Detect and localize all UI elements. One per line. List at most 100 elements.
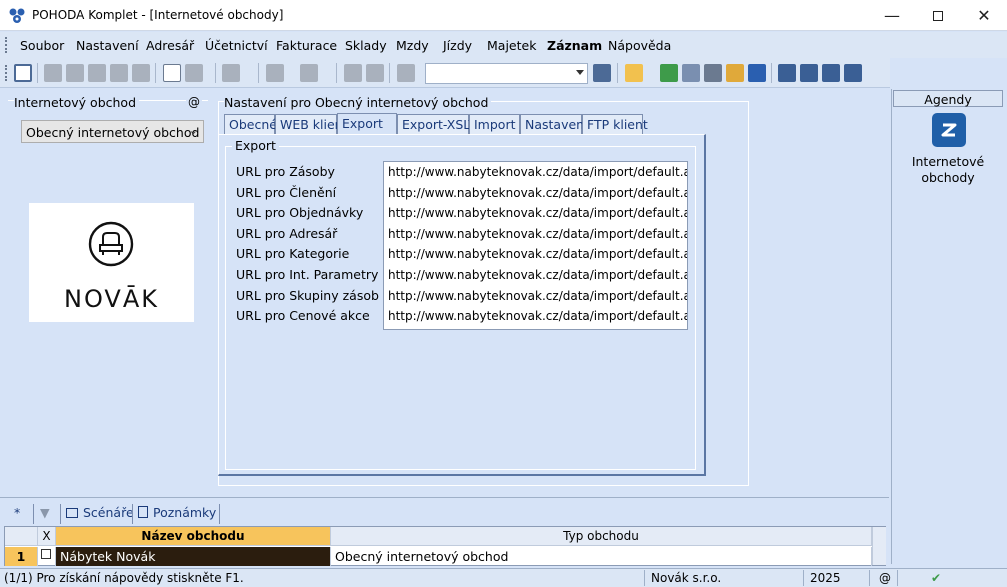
url-kategorie-field[interactable]: http://www.nabyteknovak.cz/data/import/d…	[388, 247, 687, 261]
row-header-corner	[5, 527, 38, 546]
eshop-table: X Název obchodu Typ obchodu 1 Nábytek No…	[4, 526, 886, 566]
menu-jizdy[interactable]: Jízdy	[443, 38, 472, 53]
coins-icon[interactable]	[726, 64, 744, 82]
agenda-item-internetove-obchody[interactable]: Internetové obchody	[897, 154, 999, 186]
tab-ftp-klient[interactable]: FTP klient	[582, 114, 648, 134]
print-icon[interactable]	[66, 64, 84, 82]
menu-napoveda[interactable]: Nápověda	[608, 38, 671, 53]
back-arrow-icon[interactable]	[266, 64, 284, 82]
folder-icon[interactable]	[625, 64, 643, 82]
note-icon	[138, 506, 148, 518]
list-view-icon[interactable]	[822, 64, 840, 82]
menu-ucetnictvi[interactable]: Účetnictví	[205, 38, 268, 53]
menu-mzdy[interactable]: Mzdy	[396, 38, 429, 53]
settings-title: Nastavení pro Obecný internetový obchod	[224, 95, 492, 110]
url-skupiny-zasob-field[interactable]: http://www.nabyteknovak.cz/data/import/d…	[388, 289, 687, 303]
edit-icon[interactable]	[185, 64, 203, 82]
logo-text: NOVĀK	[64, 285, 159, 313]
layout-icon[interactable]	[14, 64, 32, 82]
status-help-text: (1/1) Pro získání nápovědy stiskněte F1.	[4, 571, 244, 585]
label-url-cenove-akce: URL pro Cenové akce	[236, 308, 370, 323]
menu-grip	[5, 37, 8, 53]
form-view-icon[interactable]	[800, 64, 818, 82]
save-icon[interactable]	[344, 64, 362, 82]
menu-soubor[interactable]: Soubor	[20, 38, 64, 53]
label-url-cleneni: URL pro Členění	[236, 185, 337, 200]
url-cleneni-field[interactable]: http://www.nabyteknovak.cz/data/import/d…	[388, 186, 687, 200]
label-url-int-parametry: URL pro Int. Parametry	[236, 267, 379, 282]
agenda-header: Agendy	[893, 90, 1003, 107]
eshop-at-icon[interactable]: @	[186, 95, 202, 109]
toolbar-separator	[771, 63, 772, 83]
menu-adresar[interactable]: Adresář	[146, 38, 194, 53]
status-at[interactable]: @	[879, 571, 891, 585]
eshop-agenda-icon[interactable]	[932, 113, 966, 147]
export-tab-panel: Export URL pro Zásoby URL pro Členění UR…	[218, 134, 706, 476]
tab-star[interactable]: *	[14, 505, 20, 525]
url-zasoby-field[interactable]: http://www.nabyteknovak.cz/data/import/d…	[388, 165, 687, 179]
row-typ-obchodu[interactable]: Obecný internetový obchod	[331, 547, 872, 566]
eshop-panel: Internetový obchod @ Obecný internetový …	[0, 89, 213, 496]
filter-icon[interactable]: ▼	[40, 505, 50, 525]
duplicate-icon[interactable]	[397, 64, 415, 82]
toolbar-separator	[155, 63, 156, 83]
tab-web-klient[interactable]: WEB klient	[275, 114, 348, 134]
eshop-select[interactable]: Obecný internetový obchod ⌄	[21, 120, 204, 143]
scenare-tab[interactable]: Scénáře	[66, 505, 134, 525]
gear-icon[interactable]	[300, 64, 318, 82]
tab-import[interactable]: Import	[469, 114, 520, 134]
poznamky-label: Poznámky	[153, 505, 217, 520]
export-group-title: Export	[232, 138, 279, 153]
send-icon[interactable]	[132, 64, 150, 82]
toolbar-separator	[389, 63, 390, 83]
menu-majetek[interactable]: Majetek	[487, 38, 536, 53]
toolbar-separator	[617, 63, 618, 83]
menu-sklady[interactable]: Sklady	[345, 38, 387, 53]
label-url-objednavky: URL pro Objednávky	[236, 205, 364, 220]
iban-icon[interactable]	[748, 64, 766, 82]
status-separator	[644, 570, 645, 586]
list-icon	[66, 508, 78, 518]
close-button[interactable]: ✕	[961, 0, 1007, 31]
cash-icon[interactable]	[660, 64, 678, 82]
url-adresar-field[interactable]: http://www.nabyteknovak.cz/data/import/d…	[388, 227, 687, 241]
url-objednavky-field[interactable]: http://www.nabyteknovak.cz/data/import/d…	[388, 206, 687, 220]
copy-record-icon[interactable]	[44, 64, 62, 82]
url-cenove-akce-field[interactable]: http://www.nabyteknovak.cz/data/import/d…	[388, 309, 687, 323]
menu-zaznam[interactable]: Záznam	[547, 38, 602, 53]
tab-nastaveni[interactable]: Nastavení	[520, 114, 588, 134]
quick-filter-combo[interactable]	[425, 63, 588, 84]
help-icon[interactable]	[844, 64, 862, 82]
poznamky-tab[interactable]: Poznámky	[138, 505, 216, 525]
label-url-skupiny-zasob: URL pro Skupiny zásob	[236, 288, 379, 303]
menu-fakturace[interactable]: Fakturace	[276, 38, 337, 53]
column-typ-obchodu[interactable]: Typ obchodu	[331, 527, 872, 546]
calendar-icon[interactable]	[682, 64, 700, 82]
save-all-icon[interactable]	[366, 64, 384, 82]
filter-icon[interactable]	[593, 64, 611, 82]
tab-export[interactable]: Export	[337, 113, 397, 135]
column-x[interactable]: X	[38, 527, 56, 546]
calculator-icon[interactable]	[704, 64, 722, 82]
export-icon[interactable]	[110, 64, 128, 82]
column-nazev-obchodu[interactable]: Název obchodu	[56, 527, 331, 546]
url-int-parametry-field[interactable]: http://www.nabyteknovak.cz/data/import/d…	[388, 268, 687, 282]
row-index[interactable]: 1	[5, 547, 38, 566]
row-checkbox[interactable]	[38, 547, 56, 566]
label-url-kategorie: URL pro Kategorie	[236, 246, 350, 261]
tab-obecne[interactable]: Obecné	[224, 114, 277, 134]
menu-nastaveni[interactable]: Nastavení	[76, 38, 139, 53]
row-nazev-obchodu[interactable]: Nábytek Novák	[56, 547, 331, 566]
status-year: 2025	[810, 571, 841, 585]
minimize-button[interactable]: —	[869, 0, 915, 31]
preview-icon[interactable]	[88, 64, 106, 82]
agenda-panel: Agendy Internetové obchody	[891, 89, 1004, 564]
tab-export-xslt[interactable]: Export-XSLT	[397, 114, 476, 134]
table-icon[interactable]	[222, 64, 240, 82]
label-url-adresar: URL pro Adresář	[236, 226, 338, 241]
toolbar	[0, 58, 890, 88]
table-scrollbar[interactable]	[872, 527, 886, 565]
new-record-icon[interactable]	[163, 64, 181, 82]
window-icon[interactable]	[778, 64, 796, 82]
maximize-button[interactable]	[915, 0, 961, 31]
